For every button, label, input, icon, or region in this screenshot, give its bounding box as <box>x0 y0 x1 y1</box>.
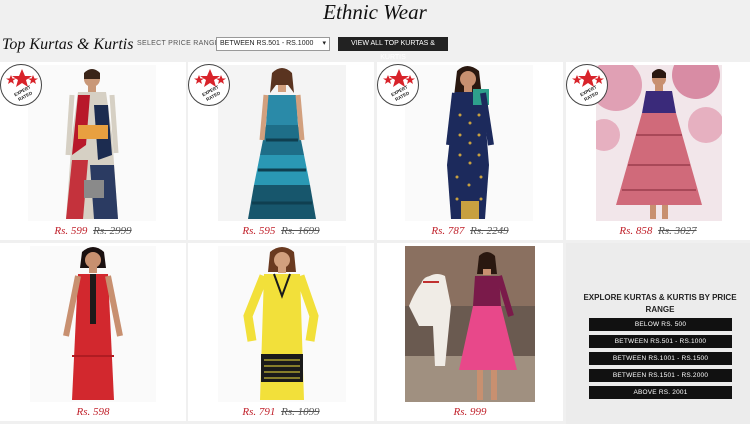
expert-rated-badge: EXPERT RATED <box>188 64 230 106</box>
price-row: Rs. 999 <box>377 405 563 419</box>
range-button-501-1000[interactable]: BETWEEN RS.501 - RS.1000 <box>589 335 732 348</box>
product-grid: EXPERT RATED Rs. 599 Rs. 2999 EXPERT RAT… <box>0 62 750 424</box>
product-old-price: Rs. 1699 <box>281 225 320 237</box>
product-price: Rs. 791 <box>242 406 276 418</box>
price-row: Rs. 599 Rs. 2999 <box>0 224 186 238</box>
product-image[interactable] <box>218 246 346 402</box>
price-row: Rs. 858 Rs. 3027 <box>566 224 750 238</box>
product-card[interactable]: EXPERT RATED Rs. 858 Rs. 3027 <box>566 62 750 240</box>
range-button-above-2001[interactable]: ABOVE RS. 2001 <box>589 386 732 399</box>
section-title[interactable]: Top Kurtas & Kurtis <box>2 34 133 56</box>
range-button-1501-2000[interactable]: BETWEEN RS.1501 - RS.2000 <box>589 369 732 382</box>
product-price: Rs. 999 <box>453 406 487 418</box>
product-image[interactable] <box>30 246 156 402</box>
product-card[interactable]: Rs. 999 <box>377 243 563 421</box>
explore-price-panel: EXPLORE KURTAS & KURTIS BY PRICE RANGE B… <box>566 243 750 424</box>
expert-rated-badge: EXPERT RATED <box>566 64 608 106</box>
product-price: Rs. 595 <box>242 225 276 237</box>
product-old-price: Rs. 2249 <box>470 225 509 237</box>
product-image[interactable] <box>405 65 533 221</box>
price-range-selected: BETWEEN RS.501 - RS.1000 <box>220 40 314 47</box>
chevron-down-icon: ▾ <box>322 40 326 47</box>
product-image[interactable] <box>218 65 346 221</box>
product-card[interactable]: Rs. 598 <box>0 243 186 421</box>
product-card[interactable]: EXPERT RATED Rs. 595 Rs. 1699 <box>188 62 374 240</box>
range-button-below-500[interactable]: BELOW RS. 500 <box>589 318 732 331</box>
view-all-button[interactable]: VIEW ALL TOP KURTAS & KURTIS <box>338 37 448 61</box>
explore-title: EXPLORE KURTAS & KURTIS BY PRICE RANGE <box>583 293 737 314</box>
section-header: Top Kurtas & Kurtis SELECT PRICE RANGE: … <box>0 34 750 61</box>
product-old-price: Rs. 1099 <box>281 406 320 418</box>
product-price: Rs. 787 <box>431 225 465 237</box>
product-card[interactable]: EXPERT RATED Rs. 787 Rs. 2249 <box>377 62 563 240</box>
product-price: Rs. 598 <box>76 406 110 418</box>
price-row: Rs. 791 Rs. 1099 <box>188 405 374 419</box>
product-price: Rs. 858 <box>619 225 653 237</box>
expert-rated-badge: EXPERT RATED <box>0 64 42 106</box>
price-row: Rs. 595 Rs. 1699 <box>188 224 374 238</box>
product-old-price: Rs. 2999 <box>93 225 132 237</box>
page-title: Ethnic Wear <box>323 0 427 24</box>
price-row: Rs. 787 Rs. 2249 <box>377 224 563 238</box>
product-card[interactable]: EXPERT RATED Rs. 599 Rs. 2999 <box>0 62 186 240</box>
product-price: Rs. 599 <box>54 225 88 237</box>
product-old-price: Rs. 3027 <box>658 225 697 237</box>
product-image[interactable] <box>28 65 156 221</box>
product-image[interactable] <box>405 246 535 402</box>
price-row: Rs. 598 <box>0 405 186 419</box>
range-button-1001-1500[interactable]: BETWEEN RS.1001 - RS.1500 <box>589 352 732 365</box>
expert-rated-badge: EXPERT RATED <box>377 64 419 106</box>
product-card[interactable]: Rs. 791 Rs. 1099 <box>188 243 374 421</box>
price-range-label: SELECT PRICE RANGE: <box>137 40 222 47</box>
price-range-select[interactable]: BETWEEN RS.501 - RS.1000 ▾ <box>216 37 330 51</box>
product-image[interactable] <box>596 65 722 221</box>
